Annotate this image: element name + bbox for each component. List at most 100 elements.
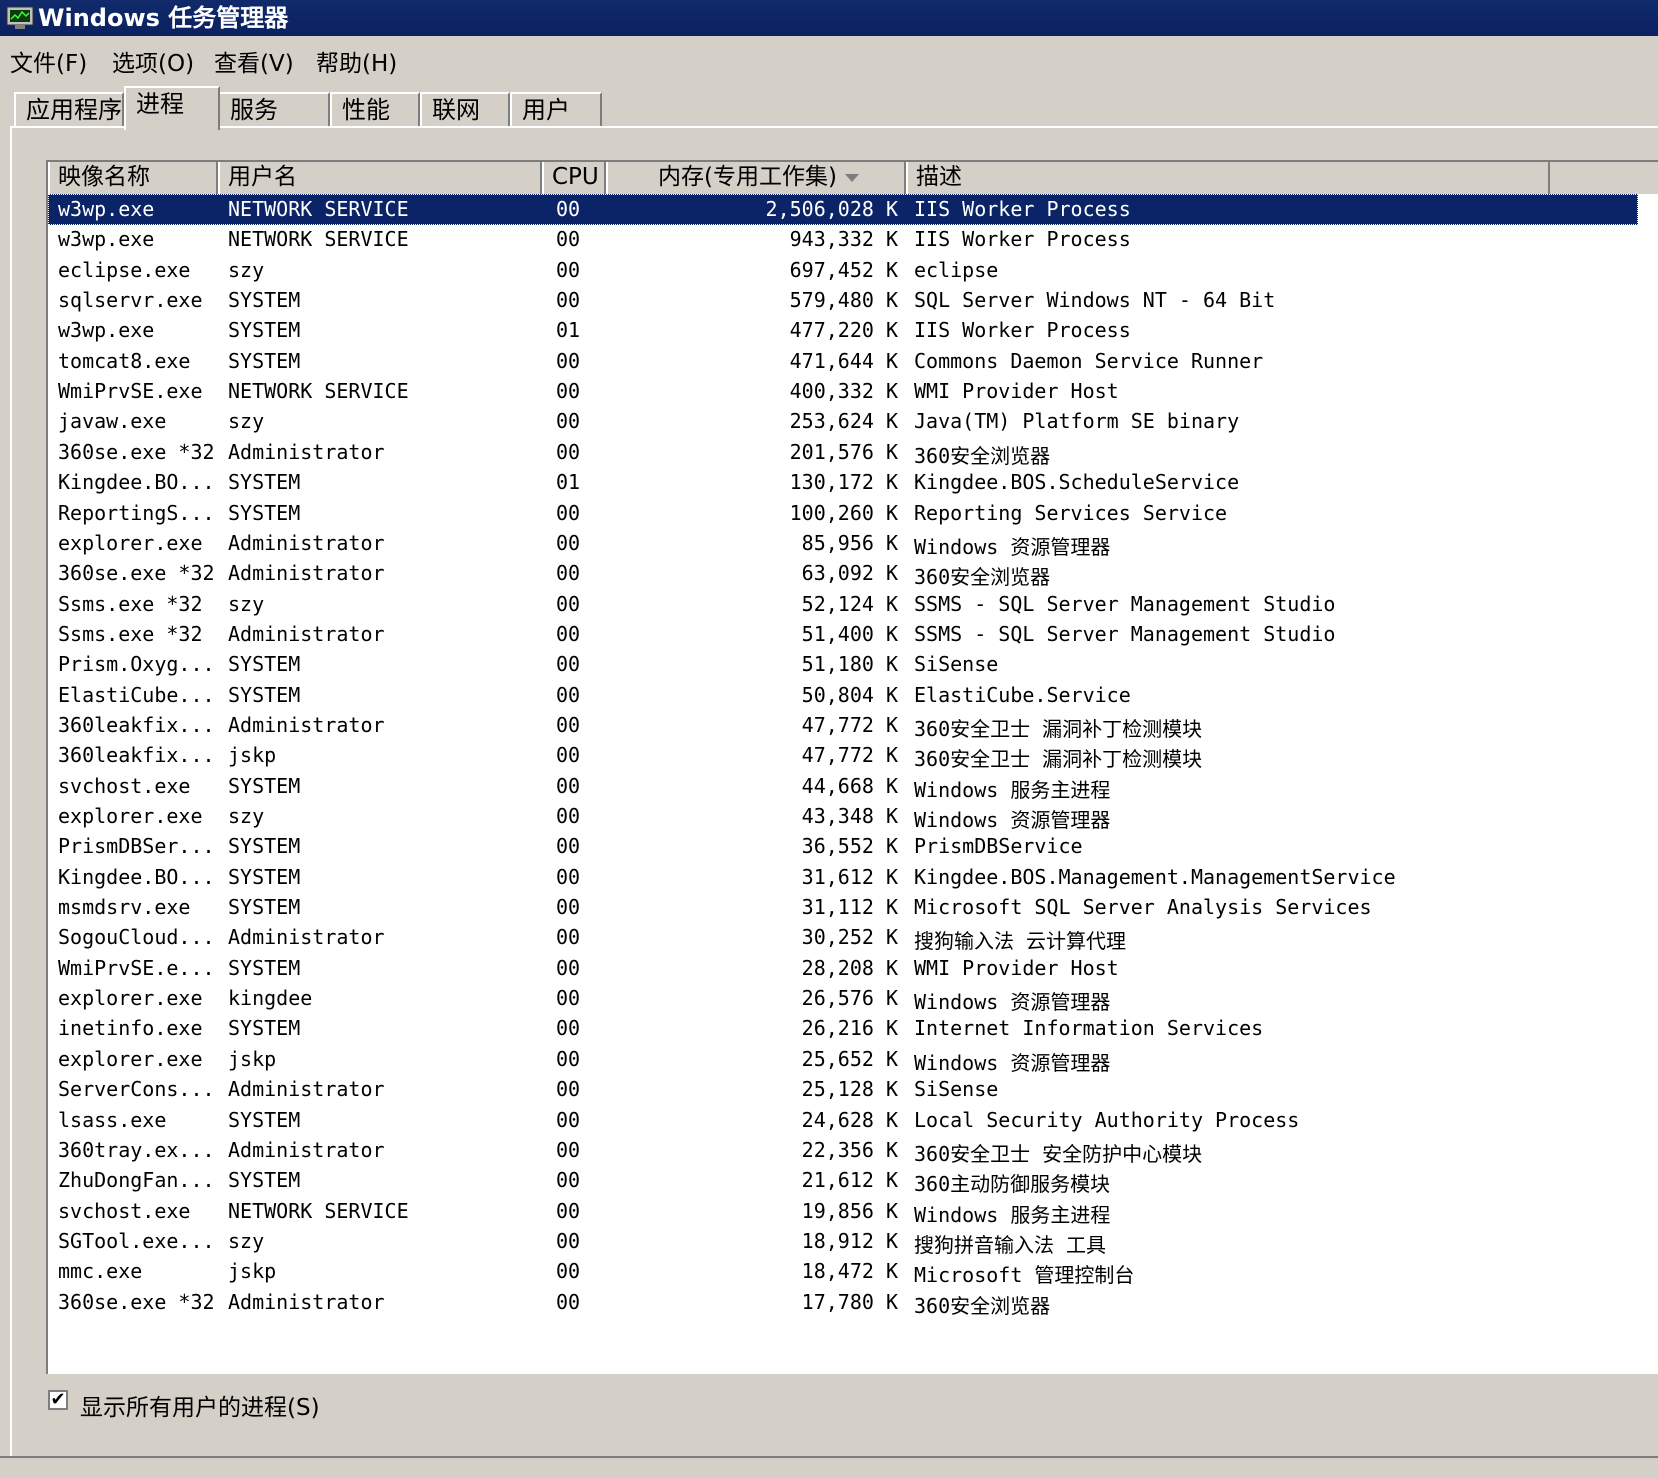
table-row[interactable]: Kingdee.BO... SYSTEM 00 31,612 K Kingdee.BOS…: [48, 862, 1638, 893]
tab-services[interactable]: 服务: [218, 92, 330, 128]
column-header-row: 映像名称 用户名 CPU 内存(专用工作集) 描述: [48, 162, 1658, 194]
process-cpu: 00: [556, 743, 581, 768]
tab-processes[interactable]: 进程: [124, 86, 220, 130]
process-cpu: 00: [556, 955, 581, 980]
menu-view[interactable]: 查看(V): [214, 44, 294, 78]
process-memory: 18,472 K: [801, 1259, 898, 1284]
process-cpu: 00: [556, 621, 581, 646]
table-row[interactable]: 360leakfix... Administrator 00 47,772 K 360安…: [48, 710, 1638, 741]
process-user-name: SYSTEM: [228, 864, 301, 889]
table-row[interactable]: w3wp.exe SYSTEM 01 477,220 K IIS Worker Proc…: [48, 315, 1638, 346]
column-memory[interactable]: 内存(专用工作集): [606, 162, 906, 194]
process-cpu: 00: [556, 227, 581, 252]
table-row[interactable]: w3wp.exe NETWORK SERVICE 00 2,506,028 K IIS …: [48, 194, 1638, 225]
process-memory: 52,124 K: [801, 591, 898, 616]
table-row[interactable]: PrismDBSer... SYSTEM 00 36,552 K PrismDBServ…: [48, 831, 1638, 862]
table-row[interactable]: Kingdee.BO... SYSTEM 01 130,172 K Kingdee.BO…: [48, 467, 1638, 498]
table-row[interactable]: Ssms.exe *32 szy 00 52,124 K SSMS - SQL Serv…: [48, 589, 1638, 620]
table-row[interactable]: ServerCons... Administrator 00 25,128 K SiSe…: [48, 1074, 1638, 1105]
process-description: Windows 资源管理器: [914, 990, 1111, 1015]
table-row[interactable]: SGTool.exe... szy 00 18,912 K 搜狗拼音输入法 工具: [48, 1226, 1638, 1257]
column-description[interactable]: 描述: [906, 162, 1550, 194]
process-image-name: 360se.exe *32: [58, 561, 215, 586]
table-row[interactable]: mmc.exe jskp 00 18,472 K Microsoft 管理控制台: [48, 1256, 1638, 1287]
table-row[interactable]: inetinfo.exe SYSTEM 00 26,216 K Internet Inf…: [48, 1013, 1638, 1044]
column-cpu[interactable]: CPU: [542, 162, 606, 194]
table-row[interactable]: WmiPrvSE.e... SYSTEM 00 28,208 K WMI Provide…: [48, 953, 1638, 984]
tab-performance[interactable]: 性能: [330, 92, 420, 128]
tab-users[interactable]: 用户: [510, 92, 602, 128]
process-memory: 21,612 K: [801, 1168, 898, 1193]
process-description: WMI Provider Host: [914, 955, 1119, 980]
process-image-name: svchost.exe: [58, 773, 191, 798]
table-row[interactable]: 360se.exe *32 Administrator 00 17,780 K 360安…: [48, 1287, 1638, 1318]
menu-file[interactable]: 文件(F): [10, 44, 87, 78]
process-memory: 47,772 K: [801, 743, 898, 768]
tab-applications[interactable]: 应用程序: [14, 92, 124, 128]
process-user-name: NETWORK SERVICE: [228, 197, 409, 221]
table-row[interactable]: 360leakfix... jskp 00 47,772 K 360安全卫士 漏洞补丁检…: [48, 740, 1638, 771]
column-image-name[interactable]: 映像名称: [48, 162, 218, 194]
table-row[interactable]: sqlservr.exe SYSTEM 00 579,480 K SQL Server …: [48, 285, 1638, 316]
table-row[interactable]: WmiPrvSE.exe NETWORK SERVICE 00 400,332 K WM…: [48, 376, 1638, 407]
table-row[interactable]: svchost.exe NETWORK SERVICE 00 19,856 K Wind…: [48, 1196, 1638, 1227]
process-memory: 36,552 K: [801, 834, 898, 859]
table-row[interactable]: w3wp.exe NETWORK SERVICE 00 943,332 K IIS Wo…: [48, 224, 1638, 255]
process-image-name: w3wp.exe: [58, 318, 155, 343]
process-cpu: 00: [556, 712, 581, 737]
table-row[interactable]: svchost.exe SYSTEM 00 44,668 K Windows 服务主进程: [48, 771, 1638, 802]
process-memory: 22,356 K: [801, 1137, 898, 1162]
title-bar[interactable]: Windows 任务管理器: [0, 0, 1658, 36]
table-row[interactable]: javaw.exe szy 00 253,624 K Java(TM) Platform…: [48, 406, 1638, 437]
process-cpu: 01: [556, 318, 581, 343]
column-user-name[interactable]: 用户名: [218, 162, 542, 194]
table-row[interactable]: eclipse.exe szy 00 697,452 K eclipse: [48, 255, 1638, 286]
menu-options[interactable]: 选项(O): [112, 44, 194, 78]
table-row[interactable]: 360tray.ex... Administrator 00 22,356 K 360安…: [48, 1135, 1638, 1166]
process-cpu: 00: [556, 804, 581, 828]
table-row[interactable]: SogouCloud... Administrator 00 30,252 K 搜狗输入…: [48, 922, 1638, 953]
process-image-name: SogouCloud...: [58, 925, 215, 950]
table-row[interactable]: explorer.exe kingdee 00 26,576 K Windows 资源管…: [48, 983, 1638, 1014]
process-cpu: 00: [556, 288, 581, 313]
process-image-name: Prism.Oxyg...: [58, 652, 215, 677]
process-cpu: 00: [556, 348, 581, 373]
process-list[interactable]: 映像名称 用户名 CPU 内存(专用工作集) 描述 w3wp.exe NETWOR…: [46, 160, 1658, 1374]
menu-help[interactable]: 帮助(H): [316, 44, 397, 78]
table-row[interactable]: Prism.Oxyg... SYSTEM 00 51,180 K SiSense: [48, 649, 1638, 680]
process-cpu: 00: [556, 1137, 581, 1162]
table-row[interactable]: 360se.exe *32 Administrator 00 63,092 K 360安…: [48, 558, 1638, 589]
tab-networking[interactable]: 联网: [420, 92, 510, 128]
table-row[interactable]: ZhuDongFan... SYSTEM 00 21,612 K 360主动防御服务模块: [48, 1165, 1638, 1196]
process-image-name: ZhuDongFan...: [58, 1168, 215, 1193]
process-image-name: w3wp.exe: [58, 227, 155, 252]
process-description: IIS Worker Process: [914, 197, 1131, 221]
process-cpu: 00: [556, 1077, 581, 1102]
process-description: IIS Worker Process: [914, 227, 1131, 252]
process-user-name: NETWORK SERVICE: [228, 379, 409, 404]
process-image-name: Ssms.exe *32: [58, 591, 203, 616]
process-user-name: szy: [228, 257, 265, 282]
table-row[interactable]: ElastiCube... SYSTEM 00 50,804 K ElastiCube.…: [48, 680, 1638, 711]
table-row[interactable]: msmdsrv.exe SYSTEM 00 31,112 K Microsoft SQL…: [48, 892, 1638, 923]
process-image-name: ReportingS...: [58, 500, 215, 525]
process-user-name: Administrator: [228, 925, 385, 950]
table-row[interactable]: explorer.exe jskp 00 25,652 K Windows 资源管理器: [48, 1044, 1638, 1075]
table-row[interactable]: tomcat8.exe SYSTEM 00 471,644 K Commons Daem…: [48, 346, 1638, 377]
process-memory: 28,208 K: [801, 955, 898, 980]
table-row[interactable]: ReportingS... SYSTEM 00 100,260 K Reporting …: [48, 498, 1638, 529]
table-row[interactable]: explorer.exe Administrator 00 85,956 K Windo…: [48, 528, 1638, 559]
table-row[interactable]: 360se.exe *32 Administrator 00 201,576 K 360…: [48, 437, 1638, 468]
table-row[interactable]: Ssms.exe *32 Administrator 00 51,400 K SSMS …: [48, 619, 1638, 650]
process-image-name: 360se.exe *32: [58, 1289, 215, 1314]
table-row[interactable]: lsass.exe SYSTEM 00 24,628 K Local Security …: [48, 1105, 1638, 1136]
process-memory: 17,780 K: [801, 1289, 898, 1314]
process-cpu: 00: [556, 1259, 581, 1284]
show-all-users-checkbox[interactable]: ✔: [48, 1390, 68, 1410]
process-user-name: NETWORK SERVICE: [228, 227, 409, 252]
process-description: Local Security Authority Process: [914, 1107, 1300, 1132]
process-user-name: Administrator: [228, 1289, 385, 1314]
process-cpu: 00: [556, 1289, 581, 1314]
table-row[interactable]: explorer.exe szy 00 43,348 K Windows 资源管理器: [48, 801, 1638, 832]
process-description: Windows 资源管理器: [914, 534, 1111, 559]
